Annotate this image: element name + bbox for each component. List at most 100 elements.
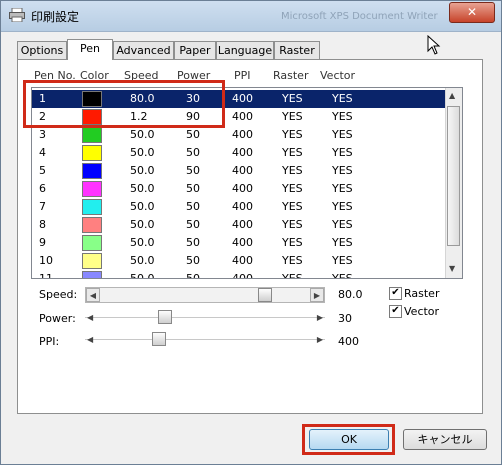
cell-power: 50 [186, 128, 200, 141]
table-row[interactable]: 11 50.0 50 400 YES YES [32, 270, 445, 279]
table-row[interactable]: 3 50.0 50 400 YES YES [32, 126, 445, 144]
scroll-down-arrow-icon[interactable]: ▼ [449, 264, 455, 273]
cell-vector: YES [332, 110, 353, 123]
print-settings-dialog: 印刷設定 Microsoft XPS Document Writer ✕ Opt… [0, 0, 502, 465]
cell-raster: YES [282, 128, 303, 141]
cell-ppi: 400 [232, 218, 253, 231]
color-swatch[interactable] [82, 127, 102, 143]
cell-pen: 5 [39, 164, 46, 177]
cell-raster: YES [282, 272, 303, 279]
cell-vector: YES [332, 200, 353, 213]
cell-pen: 11 [39, 272, 53, 279]
color-swatch[interactable] [82, 217, 102, 233]
cell-pen: 10 [39, 254, 53, 267]
cell-raster: YES [282, 164, 303, 177]
tab-language[interactable]: Language [216, 41, 274, 59]
ppi-label: PPI: [39, 335, 60, 348]
ppi-slider-thumb[interactable] [152, 332, 166, 346]
table-row[interactable]: 7 50.0 50 400 YES YES [32, 198, 445, 216]
cell-raster: YES [282, 146, 303, 159]
cell-raster: YES [282, 254, 303, 267]
ppi-increase-arrow-icon[interactable]: ▶ [317, 335, 323, 344]
tab-options[interactable]: Options [17, 41, 67, 59]
tab-label: Pen [80, 42, 100, 55]
color-swatch[interactable] [82, 145, 102, 161]
cell-power: 50 [186, 200, 200, 213]
tab-label: Raster [279, 44, 315, 57]
color-swatch[interactable] [82, 253, 102, 269]
background-window-title: Microsoft XPS Document Writer [281, 11, 438, 22]
table-row[interactable]: 8 50.0 50 400 YES YES [32, 216, 445, 234]
raster-checkbox-label[interactable]: Raster [404, 287, 439, 300]
ppi-slider[interactable]: ◀ ▶ [85, 332, 325, 348]
table-row[interactable]: 4 50.0 50 400 YES YES [32, 144, 445, 162]
scrollbar-thumb[interactable] [447, 106, 460, 246]
speed-decrease-arrow-icon[interactable]: ◀ [86, 288, 100, 302]
speed-slider-thumb[interactable] [258, 288, 272, 302]
column-header-vector[interactable]: Vector [320, 69, 355, 82]
tab-advanced[interactable]: Advanced [113, 41, 174, 59]
table-row[interactable]: 6 50.0 50 400 YES YES [32, 180, 445, 198]
vector-checkbox[interactable]: ✔ [389, 305, 402, 318]
tab-paper[interactable]: Paper [174, 41, 216, 59]
power-decrease-arrow-icon[interactable]: ◀ [87, 313, 93, 322]
cell-ppi: 400 [232, 128, 253, 141]
color-swatch[interactable] [82, 271, 102, 278]
power-slider-track [85, 317, 325, 318]
cell-speed: 50.0 [130, 164, 155, 177]
printer-icon [9, 8, 25, 22]
cell-power: 50 [186, 254, 200, 267]
ppi-decrease-arrow-icon[interactable]: ◀ [87, 335, 93, 344]
close-button[interactable]: ✕ [449, 2, 495, 23]
cell-vector: YES [332, 164, 353, 177]
power-slider-thumb[interactable] [158, 310, 172, 324]
cell-speed: 50.0 [130, 128, 155, 141]
table-row[interactable]: 5 50.0 50 400 YES YES [32, 162, 445, 180]
cell-ppi: 400 [232, 110, 253, 123]
scroll-up-arrow-icon[interactable]: ▲ [449, 91, 455, 100]
color-swatch[interactable] [82, 181, 102, 197]
column-header-raster[interactable]: Raster [273, 69, 308, 82]
window-title: 印刷設定 [31, 10, 80, 24]
highlight-box-pen-rows [23, 80, 225, 128]
cell-pen: 6 [39, 182, 46, 195]
cell-power: 50 [186, 218, 200, 231]
title-bar: 印刷設定 Microsoft XPS Document Writer ✕ [1, 1, 501, 32]
cell-ppi: 400 [232, 254, 253, 267]
cell-vector: YES [332, 254, 353, 267]
color-swatch[interactable] [82, 199, 102, 215]
tab-label: Language [217, 44, 273, 57]
speed-value: 80.0 [338, 288, 363, 301]
tab-label: Advanced [116, 44, 171, 57]
cell-power: 50 [186, 272, 200, 279]
column-header-ppi[interactable]: PPI [234, 69, 251, 82]
cell-pen: 3 [39, 128, 46, 141]
cell-vector: YES [332, 128, 353, 141]
cancel-button[interactable]: キャンセル [403, 429, 487, 450]
cell-pen: 8 [39, 218, 46, 231]
color-swatch[interactable] [82, 163, 102, 179]
table-row[interactable]: 9 50.0 50 400 YES YES [32, 234, 445, 252]
cell-ppi: 400 [232, 146, 253, 159]
speed-increase-arrow-icon[interactable]: ▶ [310, 288, 324, 302]
cell-raster: YES [282, 236, 303, 249]
power-slider[interactable]: ◀ ▶ [85, 310, 325, 326]
cell-power: 50 [186, 182, 200, 195]
color-swatch[interactable] [82, 235, 102, 251]
speed-slider[interactable]: ◀ ▶ [85, 287, 325, 303]
power-increase-arrow-icon[interactable]: ▶ [317, 313, 323, 322]
cell-raster: YES [282, 200, 303, 213]
speed-label: Speed: [39, 288, 78, 301]
vector-checkbox-label[interactable]: Vector [404, 305, 439, 318]
tab-raster[interactable]: Raster [274, 41, 320, 59]
tab-pen[interactable]: Pen [67, 39, 113, 60]
cell-raster: YES [282, 182, 303, 195]
raster-checkbox[interactable]: ✔ [389, 287, 402, 300]
cell-power: 50 [186, 164, 200, 177]
cell-pen: 7 [39, 200, 46, 213]
cell-ppi: 400 [232, 182, 253, 195]
vertical-scrollbar[interactable]: ▲ ▼ [445, 88, 462, 278]
cell-ppi: 400 [232, 200, 253, 213]
cell-vector: YES [332, 272, 353, 279]
table-row[interactable]: 10 50.0 50 400 YES YES [32, 252, 445, 270]
